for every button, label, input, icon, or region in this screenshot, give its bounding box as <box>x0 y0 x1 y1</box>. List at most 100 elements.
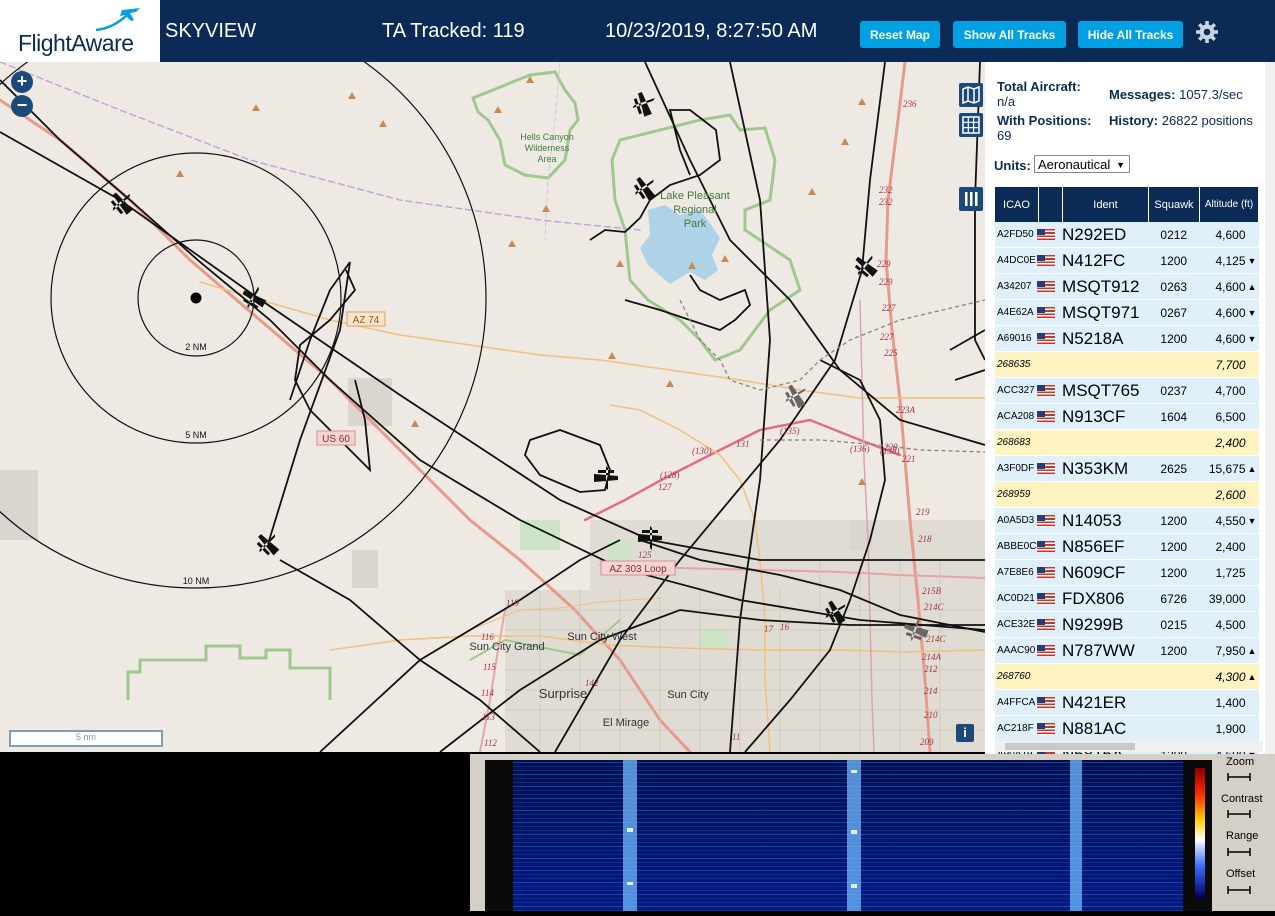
table-row[interactable]: AAAC90 N787WW 1200 7,950 ▲ <box>995 638 1259 664</box>
cell-squawk: 1200 <box>1160 513 1188 528</box>
svg-text:221: 221 <box>902 454 916 464</box>
mlat-track <box>679 299 985 391</box>
table-row[interactable]: AC218F N881AC 1,900 <box>995 716 1259 742</box>
table-row[interactable]: ABBE0C N856EF 1200 2,400 <box>995 534 1259 560</box>
scroll-thumb[interactable] <box>1005 743 1135 750</box>
cell-icao: ACE32E <box>997 619 1036 630</box>
cell-trend: ▼ <box>1247 307 1257 318</box>
cell-squawk: 1200 <box>1160 565 1188 580</box>
table-row[interactable]: 268959 2,600 <box>995 482 1259 508</box>
messages-stat: Messages: 1057.3/sec <box>1109 87 1243 102</box>
zoom-out-button[interactable]: − <box>11 95 33 117</box>
us-flag-icon <box>1037 281 1056 293</box>
table-row[interactable]: 268683 2,400 <box>995 430 1259 456</box>
cell-icao: A2FD50 <box>997 229 1034 240</box>
zoom-in-button[interactable]: + <box>11 71 33 93</box>
cell-icao: AAAC90 <box>997 645 1036 656</box>
slider-ticks[interactable] <box>1218 754 1275 911</box>
table-row[interactable]: A69016 N5218A 1200 4,600 ▼ <box>995 326 1259 352</box>
waterfall-canvas <box>513 760 1205 911</box>
cell-squawk: 1200 <box>1160 253 1188 268</box>
bottom-blank <box>0 754 470 911</box>
cell-icao: 268683 <box>997 437 1031 448</box>
cell-altitude: 6,500 <box>1215 409 1246 424</box>
svg-text:Lake Pleasant: Lake Pleasant <box>660 190 730 202</box>
map-canvas[interactable]: Hells Canyon Wilderness Area Lake Pleasa… <box>0 62 985 752</box>
svg-text:229: 229 <box>877 259 891 269</box>
map-view[interactable]: Hells Canyon Wilderness Area Lake Pleasa… <box>0 62 985 752</box>
info-button[interactable]: i <box>956 724 974 742</box>
cell-trend: ▲ <box>1247 463 1257 474</box>
table-row[interactable]: A4E62A MSQT971 0267 4,600 ▼ <box>995 300 1259 326</box>
table-row[interactable]: A34207 MSQT912 0263 4,600 ▲ <box>995 274 1259 300</box>
table-row[interactable]: A4FFCA N421ER 1,400 <box>995 690 1259 716</box>
cell-flag <box>1037 255 1060 267</box>
table-row[interactable]: ACC327 MSQT765 0237 4,700 <box>995 378 1259 404</box>
svg-text:16: 16 <box>780 622 790 632</box>
columns-icon <box>965 192 978 206</box>
svg-text:Hells Canyon: Hells Canyon <box>520 132 574 142</box>
panel-horizontal-scrollbar[interactable] <box>995 741 1263 752</box>
cell-ident: N787WW <box>1062 640 1135 660</box>
show-all-tracks-button[interactable]: Show All Tracks <box>953 21 1066 48</box>
col-icao[interactable]: ICAO <box>995 187 1039 222</box>
cell-icao: AC0D21 <box>997 593 1035 604</box>
reset-map-button[interactable]: Reset Map <box>860 21 940 48</box>
chevron-down-icon: ▼ <box>1116 160 1125 170</box>
map-layers-button[interactable] <box>959 83 983 107</box>
cell-flag <box>1037 333 1060 345</box>
table-row[interactable]: A7E8E6 N609CF 1200 1,725 <box>995 560 1259 586</box>
svg-text:Sun City Grand: Sun City Grand <box>469 641 544 653</box>
receiver-location <box>190 292 202 304</box>
grid-button[interactable] <box>959 113 983 137</box>
aircraft-table: ICAO Ident Squawk Altitude (ft) A2FD50 N2… <box>995 187 1259 754</box>
cell-altitude: 4,125 <box>1215 253 1246 268</box>
column-toggle-button[interactable] <box>959 187 983 211</box>
us-flag-icon <box>1037 541 1056 553</box>
cell-altitude: 4,600 <box>1215 279 1246 294</box>
ta-tracked-count: TA Tracked: 119 <box>382 20 525 42</box>
table-row[interactable]: AC0D21 FDX806 6726 39,000 <box>995 586 1259 612</box>
cell-altitude: 7,700 <box>1215 357 1246 372</box>
svg-text:112: 112 <box>484 738 497 748</box>
table-row[interactable]: A3F0DF N353KM 2625 15,675 ▲ <box>995 456 1259 482</box>
cell-flag <box>1037 619 1060 631</box>
col-flag[interactable] <box>1039 187 1063 222</box>
svg-text:11: 11 <box>732 732 740 742</box>
table-row[interactable]: ACE32E N9299B 0215 4,500 <box>995 612 1259 638</box>
col-altitude[interactable]: Altitude (ft) <box>1200 187 1259 222</box>
table-row[interactable]: A2FD50 N292ED 0212 4,600 <box>995 222 1259 248</box>
svg-text:219: 219 <box>916 507 930 517</box>
table-row[interactable]: ACA208 N913CF 1604 6,500 <box>995 404 1259 430</box>
cell-trend: ▲ <box>1247 671 1257 682</box>
cell-icao: ACC327 <box>997 385 1035 396</box>
svg-text:215B: 215B <box>922 586 942 596</box>
col-ident[interactable]: Ident <box>1063 187 1149 222</box>
map-icon <box>962 85 980 105</box>
park-boundary-west <box>126 644 332 700</box>
cell-ident: N292ED <box>1062 224 1127 244</box>
table-row[interactable]: 268760 4,300 ▲ <box>995 664 1259 690</box>
units-select[interactable]: Aeronautical ▼ <box>1034 155 1130 173</box>
units-value: Aeronautical <box>1038 157 1111 172</box>
us-flag-icon <box>1037 593 1056 605</box>
cell-altitude: 2,400 <box>1215 435 1246 450</box>
table-row[interactable]: 268635 7,700 <box>995 352 1259 378</box>
hide-all-tracks-button[interactable]: Hide All Tracks <box>1078 21 1183 48</box>
cell-icao: AC218F <box>997 723 1034 734</box>
gear-icon[interactable] <box>1195 20 1219 44</box>
svg-text:115: 115 <box>483 662 496 672</box>
cell-flag <box>1037 281 1060 293</box>
cell-icao: A4E62A <box>997 307 1034 318</box>
panel-vertical-scrollbar[interactable] <box>1265 62 1275 754</box>
svg-text:Park: Park <box>684 218 707 230</box>
cell-ident: N412FC <box>1062 250 1126 270</box>
svg-text:227: 227 <box>882 303 896 313</box>
table-row[interactable]: A0A5D3 N14053 1200 4,550 ▼ <box>995 508 1259 534</box>
cell-squawk: 1604 <box>1160 409 1188 424</box>
cell-icao: 268635 <box>997 359 1031 370</box>
cell-squawk: 0212 <box>1160 227 1188 242</box>
history-stat: History: 26822 positions <box>1109 113 1254 128</box>
table-row[interactable]: A4DC0E N412FC 1200 4,125 ▼ <box>995 248 1259 274</box>
col-squawk[interactable]: Squawk <box>1149 187 1200 222</box>
